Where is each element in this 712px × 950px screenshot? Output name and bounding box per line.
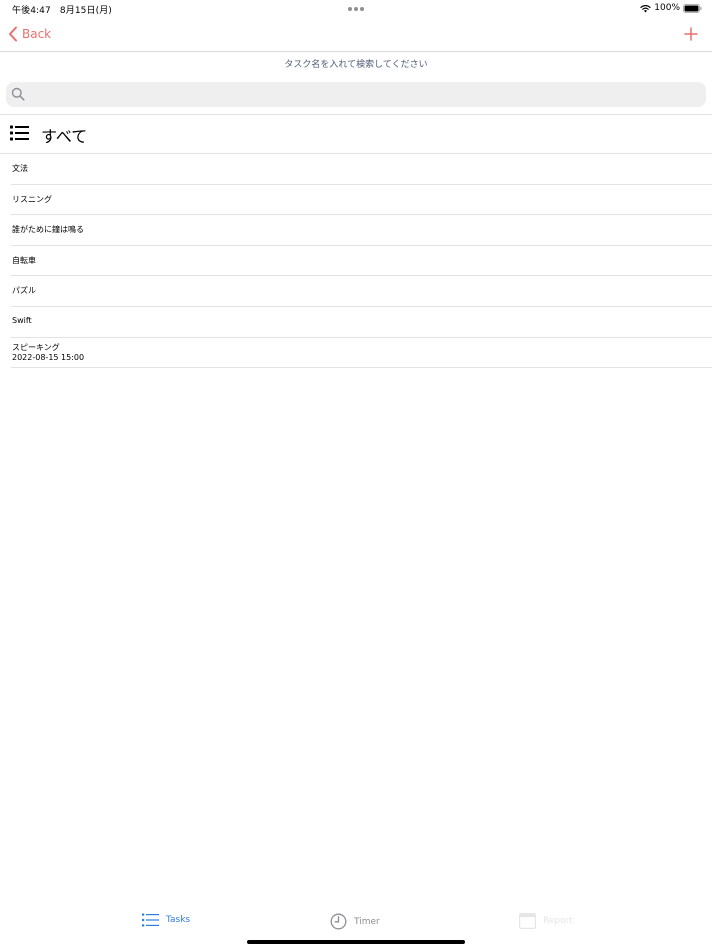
tab-label: Report (543, 916, 573, 926)
search-hint: タスク名を入れて検索してください (284, 60, 428, 70)
divider (0, 114, 712, 115)
tab-report[interactable]: Report (519, 913, 573, 929)
home-indicator (247, 940, 465, 944)
battery-icon (683, 3, 702, 13)
tab-label: Timer (354, 916, 380, 927)
task-row[interactable]: リスニング (11, 185, 712, 216)
more-dots-icon[interactable] (348, 7, 364, 11)
back-button[interactable]: Back (8, 26, 51, 42)
task-name: 文法 (12, 164, 28, 173)
task-date: 2022-08-15 15:00 (12, 352, 85, 362)
task-name: Swift (12, 315, 32, 325)
task-name: パズル (12, 286, 36, 296)
task-row[interactable]: 文法 (11, 154, 712, 185)
task-name: リスニング (12, 194, 52, 204)
calendar-icon (519, 913, 536, 929)
tab-timer[interactable]: Timer (330, 913, 380, 930)
task-name: スピーキング (12, 342, 60, 352)
list-icon (142, 913, 159, 927)
battery-percentage: 100% (654, 3, 680, 13)
search-bar[interactable] (6, 82, 706, 107)
list-icon (10, 125, 29, 141)
task-row[interactable]: 自転車 (11, 246, 712, 277)
task-row[interactable]: パズル (11, 276, 712, 307)
tab-bar: Tasks Timer Report (0, 905, 712, 940)
status-indicators: 100% (640, 3, 702, 13)
task-row[interactable]: スピーキング 2022-08-15 15:00 (11, 338, 712, 369)
search-input[interactable] (30, 85, 700, 104)
tab-tasks[interactable]: Tasks (142, 913, 190, 927)
navigation-bar: Back (0, 18, 712, 52)
status-bar: 午後4:47 8月15日(月) 100% (0, 0, 712, 18)
status-time: 午後4:47 8月15日(月) (12, 6, 112, 16)
category-header[interactable]: すべて (0, 116, 712, 154)
wifi-icon (640, 4, 651, 12)
search-icon (11, 87, 25, 101)
tab-label: Tasks (166, 915, 191, 925)
task-list: 文法 リスニング 誰がために鐘は鳴る 自転車 パズル Swift スピーキング … (11, 154, 712, 369)
category-title: すべて (41, 127, 88, 146)
task-name: 誰がために鐘は鳴る (12, 225, 84, 235)
chevron-left-icon (9, 26, 17, 42)
clock-icon (330, 913, 347, 930)
task-row[interactable]: 誰がために鐘は鳴る (11, 215, 712, 246)
task-row[interactable]: Swift (11, 307, 712, 338)
add-task-button[interactable] (684, 27, 698, 41)
plus-icon (684, 27, 698, 41)
back-label: Back (22, 27, 52, 41)
task-name: 自転車 (12, 255, 36, 265)
